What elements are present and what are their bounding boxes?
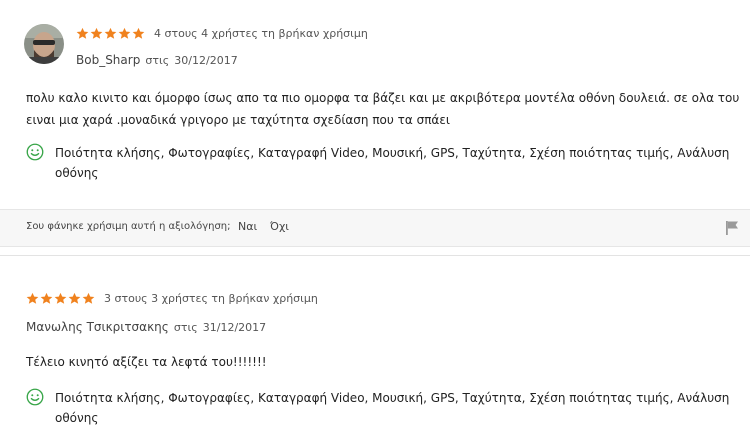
- divider: [0, 255, 750, 256]
- flag-icon[interactable]: [725, 220, 739, 236]
- review-date: 30/12/2017: [174, 54, 238, 67]
- star-rating: [26, 292, 95, 305]
- pros-text: Ποιότητα κλήσης, Φωτογραφίες, Καταγραφή …: [55, 146, 730, 180]
- review-text: Τέλειο κινητό αξίζει τα λεφτά του!!!!!!!: [26, 355, 267, 369]
- star-icon: [118, 27, 131, 39]
- vote-no-button[interactable]: Όχι: [270, 220, 289, 233]
- helpful-count: 4 στους 4 χρήστες τη βρήκαν χρήσιμη: [154, 27, 368, 40]
- review-text: πολυ καλο κινιτο και όμορφο ίσως απο τα …: [26, 91, 740, 127]
- star-icon: [68, 292, 81, 304]
- date-prefix: στις: [173, 321, 198, 334]
- star-icon: [104, 27, 117, 39]
- author-name[interactable]: Bob_Sharp: [76, 53, 140, 67]
- smiley-icon: [26, 143, 44, 161]
- pros-text: Ποιότητα κλήσης, Φωτογραφίες, Καταγραφή …: [55, 391, 730, 425]
- star-icon: [76, 27, 89, 39]
- review-date: 31/12/2017: [202, 321, 267, 334]
- star-icon: [90, 27, 103, 39]
- star-icon: [82, 292, 95, 304]
- smiley-icon: [26, 388, 44, 406]
- helpful-count: 3 στους 3 χρήστες τη βρήκαν χρήσιμη: [104, 292, 318, 305]
- helpful-bar: Σου φάνηκε χρήσιμη αυτή η αξιολόγηση; Να…: [0, 209, 750, 247]
- author-name[interactable]: Μανωλης Τσικριτσακης: [26, 320, 169, 334]
- author-line: Μανωλης Τσικριτσακης στις 31/12/2017: [26, 316, 266, 335]
- vote-yes-button[interactable]: Ναι: [238, 220, 257, 233]
- avatar[interactable]: [24, 24, 64, 64]
- date-prefix: στις: [145, 54, 170, 67]
- helpful-question: Σου φάνηκε χρήσιμη αυτή η αξιολόγηση;: [26, 221, 231, 232]
- star-icon: [26, 292, 39, 304]
- star-icon: [132, 27, 145, 39]
- author-line: Bob_Sharp στις 30/12/2017: [76, 49, 238, 68]
- star-icon: [54, 292, 67, 304]
- star-rating: [76, 27, 145, 40]
- star-icon: [40, 292, 53, 304]
